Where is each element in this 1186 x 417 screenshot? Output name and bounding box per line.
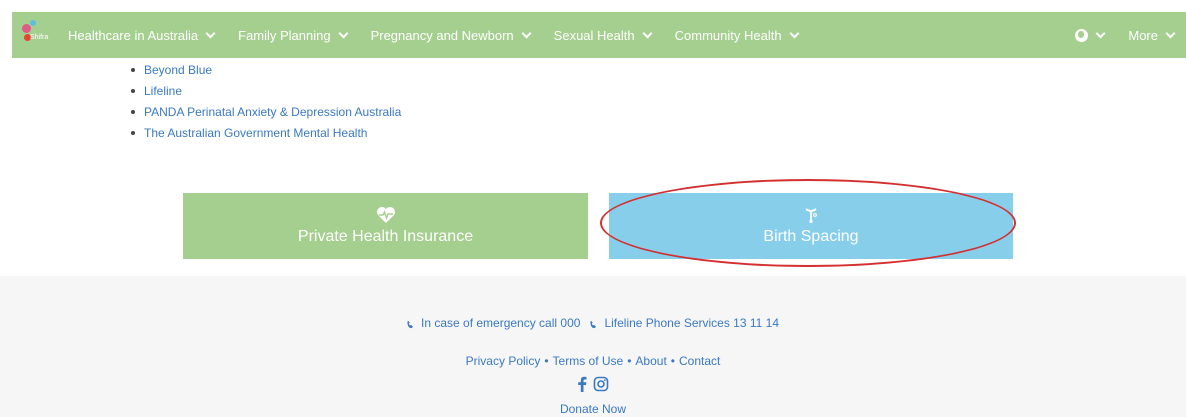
card-label: Birth Spacing [763, 228, 859, 245]
shifra-logo[interactable]: Shifra [16, 12, 56, 58]
chevron-down-icon [642, 28, 653, 38]
lifeline-call-link[interactable]: Lifeline Phone Services 13 11 14 [590, 316, 779, 330]
logo-dot [22, 24, 31, 33]
nav-label: Family Planning [238, 27, 331, 43]
phone-icon [407, 320, 413, 328]
contact-link[interactable]: Contact [679, 354, 720, 368]
nav-community-health[interactable]: Community Health [663, 12, 810, 58]
nav-healthcare-in-australia[interactable]: Healthcare in Australia [56, 12, 226, 58]
private-health-insurance-card[interactable]: Private Health Insurance [183, 193, 588, 259]
separator: • [544, 354, 549, 368]
donate-now-link[interactable]: Donate Now [0, 402, 1186, 416]
nav-label: Sexual Health [553, 27, 635, 43]
nav-label: More [1128, 27, 1158, 43]
iud-icon [804, 206, 818, 224]
list-item[interactable]: Lifeline [131, 79, 401, 100]
list-item[interactable]: The Australian Government Mental Health [131, 121, 401, 142]
list-item[interactable]: PANDA Perinatal Anxiety & Depression Aus… [131, 100, 401, 121]
emergency-line: In case of emergency call 000 Lifeline P… [0, 316, 1186, 332]
separator: • [627, 354, 632, 368]
nav-label: Community Health [674, 27, 782, 43]
bullet [131, 109, 135, 114]
nav-label: Healthcare in Australia [68, 27, 199, 43]
top-navbar: Shifra Healthcare in Australia Family Pl… [12, 12, 1186, 58]
privacy-policy-link[interactable]: Privacy Policy [466, 354, 541, 368]
bullet [131, 88, 135, 93]
nav-family-planning[interactable]: Family Planning [226, 12, 359, 58]
birth-spacing-card[interactable]: Birth Spacing [609, 193, 1013, 259]
resource-link[interactable]: Lifeline [144, 84, 182, 98]
social-links [0, 376, 1186, 392]
nav-label: Pregnancy and Newborn [370, 27, 514, 43]
facebook-icon[interactable] [577, 376, 587, 392]
chevron-down-icon [338, 28, 349, 38]
bullet [131, 130, 135, 135]
list-item[interactable]: Beyond Blue [131, 58, 401, 79]
language-selector[interactable] [1063, 12, 1116, 58]
chevron-down-icon [1165, 28, 1176, 38]
footer [0, 276, 1186, 417]
card-label: Private Health Insurance [297, 228, 474, 245]
chevron-down-icon [1095, 28, 1106, 38]
about-link[interactable]: About [635, 354, 666, 368]
chevron-down-icon [205, 28, 216, 38]
bullet [131, 67, 135, 72]
logo-text: Shifra [30, 34, 49, 41]
globe-icon [1075, 28, 1089, 42]
logo-dot [30, 20, 36, 26]
resource-link[interactable]: PANDA Perinatal Anxiety & Depression Aus… [144, 105, 401, 119]
chevron-down-icon [789, 28, 800, 38]
lifeline-text: Lifeline Phone Services 13 11 14 [604, 316, 779, 330]
separator: • [670, 354, 675, 368]
nav-sexual-health[interactable]: Sexual Health [542, 12, 663, 58]
emergency-text: In case of emergency call 000 [421, 316, 581, 330]
footer-links: Privacy Policy • Terms of Use • About • Contac… [0, 354, 1186, 368]
chevron-down-icon [521, 28, 532, 38]
nav-more[interactable]: More [1116, 12, 1186, 58]
resource-link[interactable]: The Australian Government Mental Health [144, 126, 367, 140]
mental-health-resource-list: Beyond Blue Lifeline PANDA Perinatal Anx… [131, 58, 401, 142]
nav-pregnancy-and-newborn[interactable]: Pregnancy and Newborn [359, 12, 542, 58]
emergency-call-link[interactable]: In case of emergency call 000 [407, 316, 580, 330]
heartbeat-icon [376, 206, 396, 224]
terms-of-use-link[interactable]: Terms of Use [553, 354, 624, 368]
phone-icon [590, 320, 597, 328]
resource-link[interactable]: Beyond Blue [144, 63, 212, 77]
instagram-icon[interactable] [593, 376, 609, 392]
